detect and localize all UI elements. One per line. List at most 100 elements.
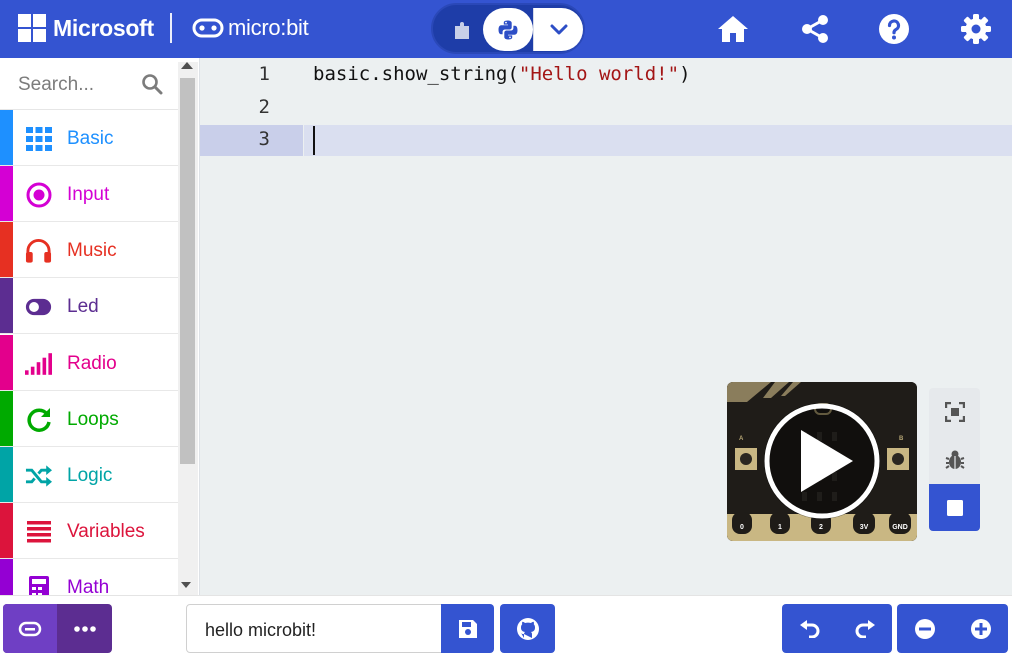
current-line-highlight — [200, 125, 1012, 156]
bug-icon — [944, 450, 965, 469]
category-color-bar — [0, 278, 13, 333]
fullscreen-button[interactable] — [929, 388, 980, 435]
category-logic[interactable]: Logic — [0, 447, 178, 503]
github-button[interactable] — [500, 604, 555, 653]
category-basic[interactable]: Basic — [0, 110, 178, 166]
device-icon — [18, 621, 42, 636]
settings-button[interactable] — [957, 10, 995, 48]
undo-button[interactable] — [782, 604, 837, 653]
undo-icon — [799, 619, 819, 638]
pin-label: GND — [892, 524, 908, 531]
product-label: micro:bit — [228, 15, 309, 40]
line-number: 2 — [258, 96, 270, 118]
brand-label: Microsoft — [53, 14, 154, 41]
zoom-group — [897, 604, 1008, 653]
zoom-out-icon — [914, 618, 935, 639]
zoom-in-button[interactable] — [953, 604, 1008, 653]
scroll-thumb[interactable] — [180, 78, 195, 464]
scroll-down-arrow-icon[interactable] — [181, 582, 191, 588]
calculator-icon — [25, 574, 52, 595]
button-b-label: B — [899, 436, 904, 442]
chevron-down-icon — [550, 24, 567, 34]
search-input[interactable]: Search... — [18, 74, 94, 96]
more-button[interactable] — [57, 604, 112, 653]
target-icon — [25, 181, 52, 208]
toolbox-scrollbar[interactable] — [178, 62, 198, 595]
refresh-icon — [25, 406, 52, 433]
category-label: Basic — [67, 128, 114, 149]
category-label: Radio — [67, 353, 117, 374]
mode-dropdown-button[interactable] — [533, 8, 583, 51]
button-a-label: A — [739, 436, 744, 442]
search-icon[interactable] — [141, 73, 163, 95]
bottom-bar: hello microbit! — [0, 595, 1012, 659]
redo-button[interactable] — [837, 604, 892, 653]
category-color-bar — [0, 391, 13, 446]
simulator-toolbar — [929, 388, 980, 531]
zoom-in-icon — [970, 618, 991, 639]
zoom-out-button[interactable] — [897, 604, 952, 653]
stop-button[interactable] — [929, 484, 980, 531]
shuffle-icon — [25, 462, 52, 489]
line-number: 3 — [258, 128, 270, 150]
github-icon — [516, 617, 539, 640]
category-color-bar — [0, 447, 13, 502]
pin-label: 0 — [740, 524, 744, 531]
toolbox: Search... Basic Input Music Led Radio Lo… — [0, 58, 200, 595]
category-label: Loops — [67, 409, 119, 430]
code-string: "Hello world!" — [518, 63, 680, 85]
microsoft-logo[interactable]: Microsoft — [18, 14, 154, 42]
help-button[interactable] — [875, 10, 913, 48]
category-input[interactable]: Input — [0, 166, 178, 222]
project-name-input[interactable]: hello microbit! — [186, 604, 442, 653]
category-color-bar — [0, 503, 13, 558]
pin-label: 1 — [778, 524, 782, 531]
microsoft-grid-icon — [18, 14, 46, 42]
share-icon — [802, 15, 828, 43]
scroll-up-arrow-icon[interactable] — [181, 62, 193, 69]
undo-redo-group — [782, 604, 892, 653]
top-bar: Microsoft micro:bit — [0, 0, 1012, 58]
category-math[interactable]: Math — [0, 559, 178, 595]
category-variables[interactable]: Variables — [0, 503, 178, 559]
microbit-logo[interactable]: micro:bit — [192, 15, 309, 41]
save-icon — [458, 619, 477, 638]
python-icon — [498, 20, 518, 39]
fullscreen-icon — [944, 401, 965, 422]
toolbox-search[interactable]: Search... — [0, 58, 178, 110]
editor-mode-switch — [431, 3, 585, 54]
category-radio[interactable]: Radio — [0, 335, 178, 391]
code-close-paren: ) — [679, 63, 691, 85]
microbit-simulator[interactable]: 0 1 2 3V GND B A — [727, 382, 917, 541]
gear-icon — [961, 14, 991, 44]
share-button[interactable] — [796, 10, 834, 48]
save-button[interactable] — [441, 604, 494, 653]
list-icon — [25, 518, 52, 545]
python-mode-button[interactable] — [483, 8, 533, 51]
debug-button[interactable] — [929, 436, 980, 483]
grid-icon — [25, 125, 52, 152]
headphones-icon — [25, 237, 52, 264]
signal-bars-icon — [25, 350, 52, 377]
puzzle-icon — [455, 21, 469, 39]
help-icon — [879, 14, 909, 44]
category-label: Logic — [67, 465, 113, 486]
blocks-mode-button[interactable] — [439, 8, 485, 51]
category-color-bar — [0, 166, 13, 221]
category-color-bar — [0, 335, 13, 390]
home-button[interactable] — [714, 10, 752, 48]
line-number: 1 — [258, 63, 270, 85]
category-led[interactable]: Led — [0, 278, 178, 334]
device-menu-group — [3, 604, 112, 653]
category-color-bar — [0, 222, 13, 277]
category-loops[interactable]: Loops — [0, 391, 178, 447]
pin-label: 3V — [860, 524, 869, 531]
category-label: Led — [67, 296, 99, 317]
code-line-1[interactable]: basic.show_string("Hello world!") — [313, 63, 691, 85]
microbit-board-image: 0 1 2 3V GND B A — [727, 382, 917, 541]
pin-label: 2 — [819, 524, 823, 531]
code-call: basic.show_string( — [313, 63, 519, 85]
device-button[interactable] — [3, 604, 57, 653]
stop-icon — [946, 499, 963, 516]
category-music[interactable]: Music — [0, 222, 178, 278]
